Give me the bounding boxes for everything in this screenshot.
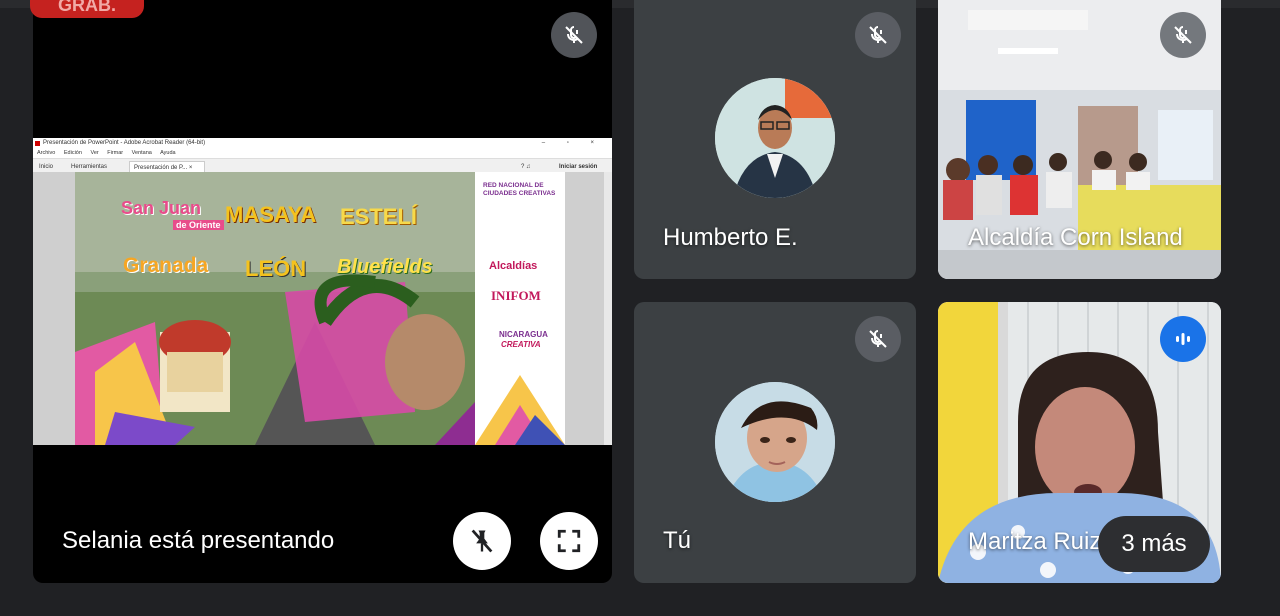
window-controls: – ▫ × [541, 140, 604, 146]
acrobat-window-title: Presentación de PowerPoint - Adobe Acrob… [43, 140, 206, 146]
ciudades-creativas-label: CIUDADES CREATIVAS [483, 190, 556, 197]
city-san-juan: San Juan [121, 198, 202, 218]
participant-tile-alcaldia[interactable]: Alcaldía Corn Island [938, 0, 1221, 279]
mic-off-icon [855, 316, 901, 362]
participant-name-maritza: Maritza Ruiz [968, 528, 1102, 555]
menu-edicion: Edición [63, 150, 82, 156]
acrobat-scrollbar[interactable] [604, 172, 612, 445]
presenter-label: Selania está presentando [62, 527, 335, 554]
menu-ver: Ver [90, 150, 99, 156]
city-bluefields: Bluefields [337, 256, 433, 278]
city-esteli: ESTELÍ [340, 204, 418, 229]
shared-screen: Presentación de PowerPoint - Adobe Acrob… [33, 138, 612, 445]
menu-firmar: Firmar [107, 150, 124, 156]
fullscreen-button[interactable] [540, 512, 598, 570]
recording-badge: GRAB. [30, 0, 144, 18]
participant-name-alcaldia: Alcaldía Corn Island [968, 224, 1183, 251]
pin-off-icon [471, 529, 493, 553]
participant-name-self: Tú [663, 527, 692, 554]
city-masaya: MASAYA [225, 202, 317, 227]
nicaragua-label: NICARAGUA [499, 330, 548, 339]
menu-archivo: Archivo [37, 150, 56, 156]
avatar-humberto [715, 78, 835, 198]
slide-corner-graphic [475, 375, 565, 445]
avatar-self [715, 382, 835, 502]
inifom-logo: INIFOM [491, 288, 541, 303]
participant-tile-self[interactable]: Tú [634, 302, 916, 583]
mic-off-icon [1160, 12, 1206, 58]
participant-tile-humberto[interactable]: Humberto E. [634, 0, 916, 279]
acrobat-menu-bar: Archivo Edición Ver Firmar Ventana Ayuda [33, 149, 612, 159]
more-participants-button[interactable]: 3 más [1098, 516, 1210, 572]
creativa-label: CREATIVA [501, 340, 541, 349]
acrobat-title-bar: Presentación de PowerPoint - Adobe Acrob… [33, 138, 612, 149]
document-area: San Juan de Oriente MASAYA ESTELÍ Granad… [33, 172, 612, 445]
alcaldias-logo: Alcaldías [489, 260, 538, 272]
slide-sidebar: RED NACIONAL DE CIUDADES CREATIVAS Alcal… [475, 172, 565, 445]
city-de-oriente: de Oriente [173, 220, 224, 230]
participant-name-humberto: Humberto E. [663, 224, 798, 251]
menu-ayuda: Ayuda [160, 150, 176, 156]
city-leon: LEÓN [245, 256, 307, 281]
red-nacional-label: RED NACIONAL DE [483, 182, 544, 189]
speaking-indicator [1160, 316, 1206, 362]
presenter-mic-off-icon [551, 12, 597, 58]
city-granada: Granada [123, 254, 209, 277]
unpin-button[interactable] [453, 512, 511, 570]
menu-ventana: Ventana [131, 150, 152, 156]
mic-off-icon [855, 12, 901, 58]
slide: San Juan de Oriente MASAYA ESTELÍ Granad… [75, 172, 565, 445]
audio-wave-icon [1176, 333, 1190, 345]
fullscreen-icon [557, 529, 581, 553]
